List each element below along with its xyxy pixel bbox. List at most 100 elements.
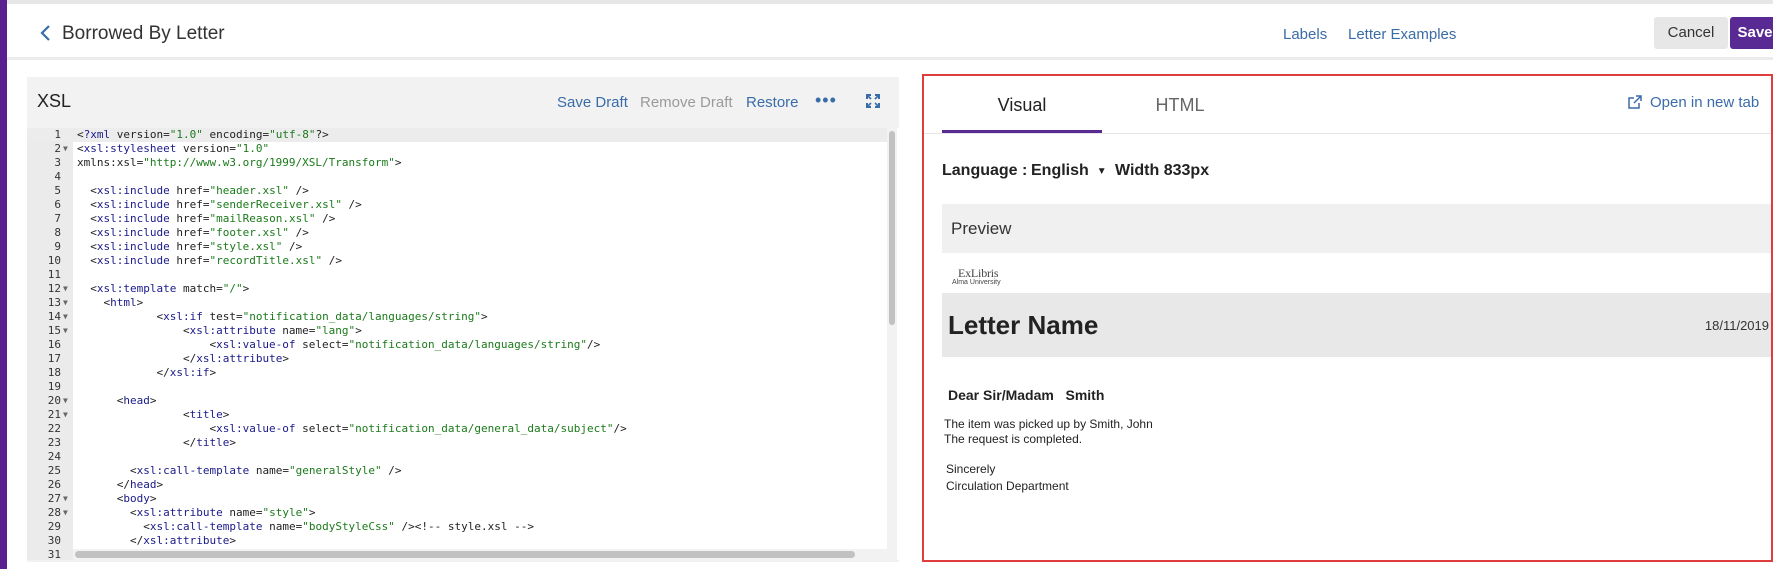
exlibris-logo: ExLibris Alma University [952, 266, 1022, 292]
language-select[interactable]: English ▼ [1031, 162, 1107, 180]
code-line: 24 [27, 450, 887, 464]
line-number: 6 [54, 198, 61, 211]
code-line: 22 <xsl:value-of select="notification_da… [27, 422, 887, 436]
save-draft-button[interactable]: Save Draft [557, 94, 628, 111]
page-header: Borrowed By Letter Labels Letter Example… [7, 4, 1773, 60]
tab-visual[interactable]: Visual [942, 76, 1102, 133]
fold-toggle-icon[interactable]: ▼ [63, 296, 71, 310]
line-number: 20 [47, 394, 61, 407]
line-number: 1 [54, 128, 61, 141]
code-line: 27 ▼ <body> [27, 492, 887, 506]
tab-html[interactable]: HTML [1100, 76, 1260, 134]
restore-button[interactable]: Restore [746, 94, 799, 111]
code-line: 30 </xsl:attribute> [27, 534, 887, 548]
code-editor[interactable]: 1 <?xml version="1.0" encoding="utf-8"?> 2… [27, 128, 899, 560]
line-number: 21 [47, 408, 61, 421]
open-in-new-tab-link[interactable]: Open in new tab [1628, 94, 1759, 111]
code-line: 23 </title> [27, 436, 887, 450]
fold-toggle-icon[interactable]: ▼ [63, 492, 71, 506]
back-button[interactable] [39, 24, 59, 46]
fold-toggle-icon[interactable]: ▼ [63, 310, 71, 324]
code-text: </xsl:if> [77, 366, 217, 379]
line-number: 18 [47, 366, 61, 379]
code-text: <?xml version="1.0" encoding="utf-8"?> [77, 128, 329, 141]
code-text: </title> [77, 436, 236, 449]
remove-draft-button[interactable]: Remove Draft [640, 94, 733, 111]
code-text: <xsl:include href="recordTitle.xsl" /> [77, 254, 342, 267]
letter-examples-link[interactable]: Letter Examples [1348, 26, 1456, 43]
expand-icon[interactable] [865, 93, 881, 109]
code-text: <xsl:stylesheet version="1.0" [77, 142, 270, 155]
code-text: <xsl:value-of select="notification_data/… [77, 422, 627, 435]
line-number: 23 [47, 436, 61, 449]
labels-link[interactable]: Labels [1283, 26, 1327, 43]
line-number: 17 [47, 352, 61, 365]
vertical-scrollbar[interactable] [887, 128, 897, 560]
left-accent-bar [0, 0, 7, 569]
code-text: <xsl:attribute name="style"> [77, 506, 316, 519]
code-line: 20 ▼ <head> [27, 394, 887, 408]
fold-toggle-icon[interactable]: ▼ [63, 394, 71, 408]
line-number: 7 [54, 212, 61, 225]
fold-toggle-icon[interactable]: ▼ [63, 506, 71, 520]
save-button[interactable]: Save [1730, 17, 1773, 49]
code-line: 9 <xsl:include href="style.xsl" /> [27, 240, 887, 254]
letter-name: Letter Name [948, 310, 1099, 340]
logo-university-text: Alma University [952, 279, 1001, 286]
code-line: 1 <?xml version="1.0" encoding="utf-8"?> [27, 128, 887, 142]
fold-toggle-icon[interactable]: ▼ [63, 142, 71, 156]
code-line: 7 <xsl:include href="mailReason.xsl" /> [27, 212, 887, 226]
code-text: <xsl:include href="mailReason.xsl" /> [77, 212, 336, 225]
tabs-divider [924, 133, 1771, 134]
chevron-left-icon [40, 25, 50, 41]
code-line: 13 ▼ <html> [27, 296, 887, 310]
salutation: Dear Sir/Madam Smith [948, 387, 1105, 403]
code-line: 2 ▼ <xsl:stylesheet version="1.0" [27, 142, 887, 156]
code-line: 8 <xsl:include href="footer.xsl" /> [27, 226, 887, 240]
body-line-completed: The request is completed. [944, 432, 1083, 446]
line-number: 15 [47, 324, 61, 337]
line-number: 30 [47, 534, 61, 547]
horizontal-scrollbar[interactable] [73, 549, 887, 560]
line-number: 2 [54, 142, 61, 155]
caret-down-icon: ▼ [1096, 166, 1107, 177]
preview-panel: Visual HTML Open in new tab Language : E… [922, 74, 1773, 562]
letter-header-band: Letter Name 18/11/2019 [942, 293, 1771, 357]
width-value: Width 833px [1115, 162, 1210, 179]
code-text: <head> [77, 394, 157, 407]
code-line: 21 ▼ <title> [27, 408, 887, 422]
cancel-button[interactable]: Cancel [1654, 17, 1728, 49]
code-line: 4 [27, 170, 887, 184]
fold-toggle-icon[interactable]: ▼ [63, 324, 71, 338]
fold-toggle-icon[interactable]: ▼ [63, 408, 71, 422]
vertical-scroll-thumb[interactable] [889, 131, 895, 325]
open-in-new-tab-label: Open in new tab [1650, 94, 1760, 111]
code-text: </xsl:attribute> [77, 352, 289, 365]
code-line: 5 <xsl:include href="header.xsl" /> [27, 184, 887, 198]
code-text: <xsl:attribute name="lang"> [77, 324, 362, 337]
line-number: 26 [47, 478, 61, 491]
closing-department: Circulation Department [946, 479, 1069, 493]
code-line: 12 ▼ <xsl:template match="/"> [27, 282, 887, 296]
code-text: <xsl:include href="header.xsl" /> [77, 184, 309, 197]
line-number: 29 [47, 520, 61, 533]
closing-sincerely: Sincerely [946, 462, 996, 476]
fold-toggle-icon[interactable]: ▼ [63, 282, 71, 296]
line-number: 16 [47, 338, 61, 351]
line-number: 28 [47, 506, 61, 519]
code-line: 17 </xsl:attribute> [27, 352, 887, 366]
line-number: 25 [47, 464, 61, 477]
line-number: 11 [47, 268, 61, 281]
horizontal-scroll-thumb[interactable] [75, 551, 855, 558]
code-lines: 1 <?xml version="1.0" encoding="utf-8"?> 2… [27, 128, 887, 560]
line-number: 4 [54, 170, 61, 183]
code-text: <xsl:value-of select="notification_data/… [77, 338, 601, 351]
line-number: 10 [47, 254, 61, 267]
code-line: 11 [27, 268, 887, 282]
code-line: 16 <xsl:value-of select="notification_da… [27, 338, 887, 352]
preview-title: Preview [951, 219, 1012, 238]
code-line: 10 <xsl:include href="recordTitle.xsl" /… [27, 254, 887, 268]
more-options-icon[interactable]: ••• [815, 91, 837, 109]
body-line-pickup: The item was picked up by Smith, John [944, 417, 1153, 431]
code-text: </xsl:attribute> [77, 534, 236, 547]
